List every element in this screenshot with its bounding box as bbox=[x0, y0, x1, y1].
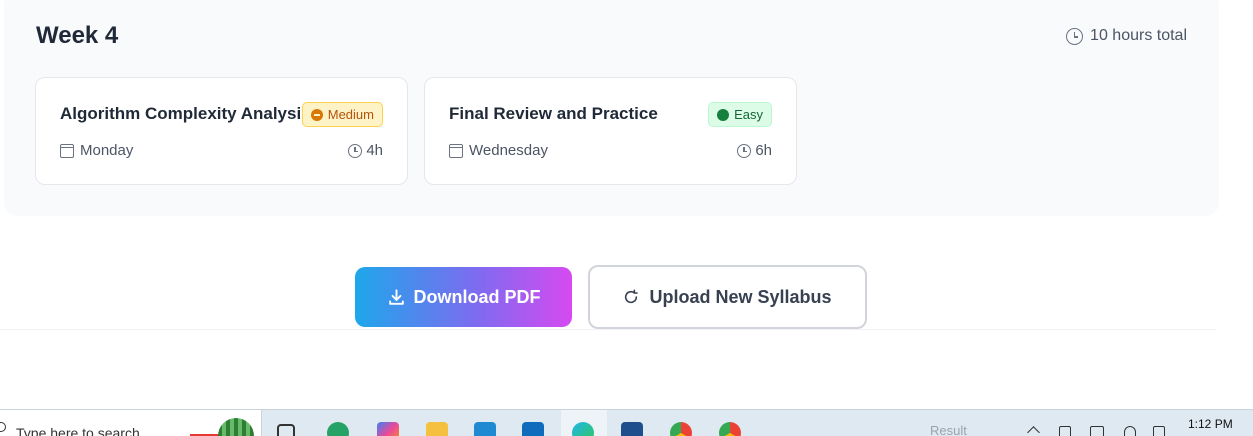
session-hours: 4h bbox=[348, 142, 383, 159]
chrome-profile-icon[interactable] bbox=[719, 422, 741, 436]
clock-icon bbox=[737, 143, 752, 158]
volume-icon[interactable] bbox=[1153, 426, 1165, 436]
session-day: Wednesday bbox=[449, 142, 548, 159]
calendar-icon bbox=[449, 143, 463, 158]
study-plan-page: Week 4 10 hours total Algorithm Complexi… bbox=[0, 0, 1253, 436]
session-title: Final Review and Practice bbox=[449, 104, 658, 123]
week-panel: Week 4 10 hours total Algorithm Complexi… bbox=[4, 0, 1219, 216]
session-day-label: Wednesday bbox=[469, 142, 548, 159]
chrome-icon[interactable] bbox=[670, 422, 692, 436]
refresh-icon bbox=[625, 289, 639, 304]
upload-syllabus-button[interactable]: Upload New Syllabus bbox=[588, 265, 867, 329]
session-card[interactable]: Algorithm Complexity Analysis Medium Mon… bbox=[35, 77, 408, 185]
chevron-up-icon[interactable] bbox=[1027, 426, 1040, 436]
session-day-label: Monday bbox=[80, 142, 134, 159]
vscode-icon[interactable] bbox=[474, 422, 496, 436]
clock-time[interactable]: 1:12 PM bbox=[1188, 417, 1233, 431]
microsoft-store-icon[interactable] bbox=[621, 422, 643, 436]
taskbar-search[interactable]: Type here to search bbox=[0, 410, 262, 436]
upload-syllabus-label: Upload New Syllabus bbox=[649, 286, 832, 307]
pen-icon[interactable] bbox=[1059, 426, 1071, 436]
difficulty-badge: Medium bbox=[301, 102, 383, 127]
search-icon bbox=[0, 422, 6, 432]
download-icon bbox=[388, 288, 404, 305]
session-title: Algorithm Complexity Analysis bbox=[60, 104, 311, 123]
session-hours: 6h bbox=[737, 142, 772, 159]
session-day: Monday bbox=[60, 142, 133, 159]
difficulty-label: Easy bbox=[734, 107, 763, 122]
taskbar: Type here to search Result 1:12 PM bbox=[0, 409, 1253, 436]
week-total-label: 10 hours total bbox=[1090, 27, 1187, 44]
clock-icon bbox=[348, 143, 363, 158]
difficulty-badge: Easy bbox=[708, 102, 772, 127]
difficulty-label: Medium bbox=[327, 107, 374, 122]
file-explorer-icon[interactable] bbox=[426, 422, 448, 436]
medium-icon bbox=[310, 108, 323, 121]
clock-icon bbox=[1066, 27, 1084, 45]
whatsapp-icon[interactable] bbox=[327, 422, 349, 436]
session-hours-label: 6h bbox=[755, 142, 772, 159]
download-pdf-button[interactable]: Download PDF bbox=[355, 267, 572, 327]
wifi-icon[interactable] bbox=[1124, 426, 1136, 436]
divider bbox=[0, 329, 1216, 330]
outlook-icon[interactable] bbox=[522, 422, 544, 436]
copilot-icon[interactable] bbox=[377, 422, 399, 436]
easy-icon bbox=[717, 108, 730, 121]
watermelon-icon bbox=[218, 418, 254, 436]
session-card[interactable]: Final Review and Practice Easy Wednesday… bbox=[424, 77, 797, 185]
task-view-icon[interactable] bbox=[277, 424, 295, 436]
calendar-icon bbox=[60, 143, 74, 158]
battery-icon[interactable] bbox=[1090, 426, 1104, 436]
taskbar-search-placeholder: Type here to search bbox=[16, 425, 140, 436]
session-hours-label: 4h bbox=[366, 142, 383, 159]
week-title: Week 4 bbox=[36, 22, 119, 49]
download-pdf-label: Download PDF bbox=[413, 286, 541, 307]
weather-widget[interactable]: Result bbox=[930, 423, 967, 436]
week-total: 10 hours total bbox=[1066, 27, 1187, 45]
